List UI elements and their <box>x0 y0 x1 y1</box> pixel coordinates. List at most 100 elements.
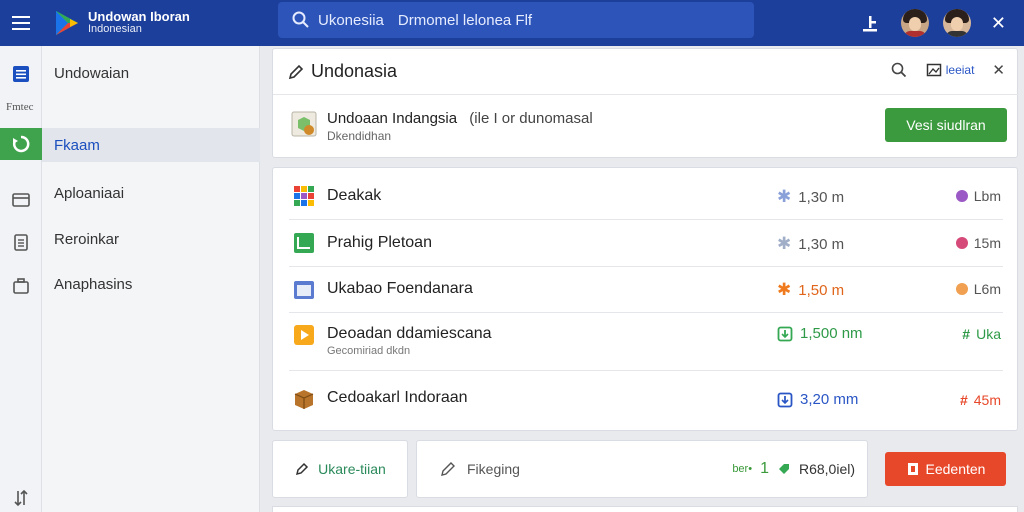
sidebar-item-2[interactable]: Aploaniaai <box>42 176 260 210</box>
summary-label: ber• <box>732 463 753 475</box>
briefcase-icon[interactable] <box>11 276 31 296</box>
package-title-line: Undoaan Indangsia (ile I or dunomasal <box>327 110 593 127</box>
pencil-icon <box>288 64 304 79</box>
rail-item-active[interactable] <box>0 128 42 160</box>
download-icon <box>777 326 793 341</box>
rail-label: Fmtec <box>6 101 34 113</box>
item-size: ✱ 1,30 m <box>777 187 845 206</box>
pencil-icon <box>441 462 455 476</box>
image-icon <box>926 63 941 77</box>
sidebar-item-3[interactable]: Reroinkar <box>42 222 260 256</box>
hashtag-icon: # <box>959 392 968 408</box>
search-query-secondary: Drmomel lelonea Flf <box>397 11 533 29</box>
package-icon <box>291 111 317 137</box>
price-summary: ber• 1 R68,0iel) <box>732 460 855 478</box>
menu-button[interactable] <box>0 0 42 46</box>
item-name: Deoadan ddamiescana <box>327 325 492 342</box>
edit-label: Fikeging <box>467 461 520 477</box>
sort-icon[interactable] <box>11 488 31 508</box>
summary-amount: R68,0iel) <box>798 461 855 477</box>
trash-icon <box>907 463 918 475</box>
avatar[interactable] <box>900 9 929 37</box>
search-input[interactable]: Ukonesiia Drmomel lelonea Flf <box>278 2 754 38</box>
search-icon[interactable] <box>890 61 908 79</box>
top-right-actions: ✕ <box>859 0 1024 46</box>
list-item[interactable]: Deakak ✱ 1,30 m Lbm <box>289 172 1003 220</box>
top-bar: Undowan Iboran Indonesian Ukonesiia Drmo… <box>0 0 1024 46</box>
item-meta: L6m <box>955 281 1001 297</box>
sidebar-item-label: Fkaam <box>54 136 100 154</box>
refresh-icon <box>12 135 30 153</box>
item-meta: # 45m <box>959 392 1001 408</box>
item-size: 3,20 mm <box>777 391 858 408</box>
package-title: Undoaan Indangsia <box>327 110 458 127</box>
status-dot-icon <box>955 237 968 249</box>
sidebar-item-label: Undowaian <box>54 64 130 82</box>
close-icon[interactable]: ✕ <box>992 61 1005 79</box>
package-extra: (ile I or dunomasal <box>469 110 593 127</box>
item-name: Prahig Pletoan <box>327 234 432 251</box>
close-icon[interactable]: ✕ <box>991 13 1006 34</box>
folder-icon[interactable] <box>11 189 31 209</box>
list-item[interactable]: Prahig Pletoan ✱ 1,30 m 15m <box>289 220 1003 267</box>
left-rail: Fmtec <box>0 46 42 512</box>
item-meta: Lbm <box>955 188 1001 204</box>
panel-title: Undonasia <box>311 61 398 81</box>
item-list: Deakak ✱ 1,30 m Lbm Prahig Pletoan ✱ 1,3… <box>272 167 1018 431</box>
item-name: Deakak <box>327 187 382 204</box>
hashtag-icon: # <box>962 326 971 342</box>
detail-panel: Undonasia leeiat ✕ Undoaan Indangsia (il… <box>272 48 1019 159</box>
app-title: Undowan Iboran Indonesian <box>88 10 190 36</box>
search-query-primary: Ukonesiia <box>318 11 384 29</box>
link-icon <box>296 462 309 476</box>
sidebar-item-1[interactable]: Fkaam <box>42 128 260 162</box>
item-subtitle: Gecomiriad dkdn <box>327 345 411 357</box>
item-meta: # Uka <box>962 326 1001 342</box>
tag-icon <box>778 464 789 474</box>
list-item[interactable]: Ukabao Foendanara ✱ 1,50 m L6m <box>289 267 1003 313</box>
delete-button[interactable]: Eedenten <box>885 452 1006 486</box>
item-size: ✱ 1,30 m <box>777 234 845 253</box>
sidebar-item-label: Reroinkar <box>54 230 120 248</box>
status-dot-icon <box>955 190 968 202</box>
item-name: Ukabao Foendanara <box>327 280 473 297</box>
package-subtitle: Dkendidhan <box>327 129 392 143</box>
item-size: 1,500 nm <box>777 325 863 342</box>
star-icon: ✱ <box>777 187 792 206</box>
app-title-main: Undowan Iboran <box>88 9 190 24</box>
app-title-sub: Indonesian <box>88 23 142 35</box>
sidebar-item-0[interactable]: Undowaian <box>42 56 260 90</box>
package-info: Undoaan Indangsia (ile I or dunomasal Dk… <box>273 96 1019 159</box>
sidebar-item-label: Aploaniaai <box>54 184 125 202</box>
secondary-action-label: Ukare-tiian <box>318 461 386 477</box>
upload-icon[interactable] <box>859 12 881 34</box>
panel-header: Undonasia leeiat ✕ <box>273 49 1019 95</box>
primary-action-button[interactable]: Vesi siudlran <box>885 108 1007 142</box>
document-icon[interactable] <box>11 64 31 84</box>
sidebar-item-label: Anaphasins <box>54 275 133 293</box>
sidebar-item-4[interactable]: Anaphasins <box>42 267 260 301</box>
next-card-peek <box>272 506 1018 512</box>
grid-apps-icon <box>294 186 314 206</box>
list-item[interactable]: Deoadan ddamiescana Gecomiriad dkdn 1,50… <box>289 313 1003 371</box>
play-box-icon <box>294 325 314 345</box>
item-meta: 15m <box>955 235 1001 251</box>
edit-bar[interactable]: Fikeging ber• 1 R68,0iel) <box>416 440 868 498</box>
window-icon <box>294 281 314 299</box>
sidebar: Undowaian Fkaam Aploaniaai Reroinkar Ana… <box>42 46 260 512</box>
summary-count: 1 <box>760 460 769 477</box>
play-logo-icon <box>56 11 78 35</box>
download-icon <box>777 392 793 407</box>
panel-actions: leeiat ✕ <box>890 61 1005 79</box>
hamburger-icon <box>12 16 30 18</box>
star-icon: ✱ <box>777 234 792 253</box>
avatar-secondary[interactable] <box>942 9 971 37</box>
share-label: leeiat <box>945 63 975 77</box>
secondary-action-button[interactable]: Ukare-tiian <box>272 440 408 498</box>
chart-icon <box>294 233 314 253</box>
list-item[interactable]: Cedoakarl Indoraan 3,20 mm # 45m <box>289 371 1003 429</box>
item-name: Cedoakarl Indoraan <box>327 389 468 406</box>
star-icon: ✱ <box>777 280 792 299</box>
clipboard-icon[interactable] <box>11 232 31 252</box>
share-button[interactable]: leeiat <box>926 62 975 78</box>
